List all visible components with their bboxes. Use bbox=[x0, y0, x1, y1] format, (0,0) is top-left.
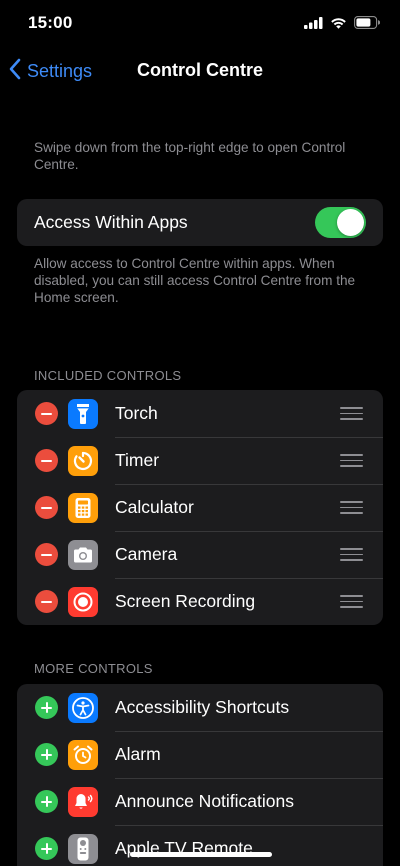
page-title: Control Centre bbox=[137, 60, 263, 80]
control-label: Torch bbox=[115, 403, 158, 423]
more-control-row-announce-notifications: Announce Notifications bbox=[17, 778, 383, 825]
wifi-icon bbox=[330, 16, 347, 34]
more-control-row-accessibility-shortcuts: Accessibility Shortcuts bbox=[17, 684, 383, 731]
alarm-icon bbox=[68, 740, 98, 770]
reorder-handle[interactable] bbox=[340, 407, 363, 420]
intro-description: Swipe down from the top-right edge to op… bbox=[34, 140, 346, 172]
reorder-handle[interactable] bbox=[340, 595, 363, 608]
camera-icon bbox=[68, 540, 98, 570]
add-announce-notifications-button[interactable] bbox=[35, 790, 58, 813]
access-within-apps-label: Access Within Apps bbox=[34, 212, 188, 232]
calculator-icon bbox=[68, 493, 98, 523]
status-time: 15:00 bbox=[28, 13, 73, 32]
control-label: Calculator bbox=[115, 497, 194, 517]
home-indicator bbox=[130, 852, 272, 857]
control-label: Accessibility Shortcuts bbox=[115, 697, 290, 717]
included-controls-list: Torch Timer Calculator Camera Screen Rec… bbox=[17, 390, 383, 625]
add-apple-tv-remote-button[interactable] bbox=[35, 837, 58, 860]
more-control-row-apple-tv-remote: Apple TV Remote bbox=[17, 825, 383, 866]
reorder-handle[interactable] bbox=[340, 454, 363, 467]
add-accessibility-shortcuts-button[interactable] bbox=[35, 696, 58, 719]
remove-calculator-button[interactable] bbox=[35, 496, 58, 519]
access-within-apps-group: Access Within Apps bbox=[17, 199, 383, 246]
status-bar: 15:00 bbox=[0, 0, 400, 48]
battery-icon bbox=[354, 16, 381, 34]
reorder-handle[interactable] bbox=[340, 548, 363, 561]
control-label: Timer bbox=[115, 450, 160, 470]
access-within-apps-toggle[interactable] bbox=[315, 207, 366, 238]
timer-icon bbox=[68, 446, 98, 476]
access-within-apps-footer: Allow access to Control Centre within ap… bbox=[34, 256, 356, 305]
control-label: Alarm bbox=[115, 744, 161, 764]
included-control-row-torch: Torch bbox=[17, 390, 383, 437]
cellular-signal-icon bbox=[304, 16, 323, 34]
remove-camera-button[interactable] bbox=[35, 543, 58, 566]
included-control-row-calculator: Calculator bbox=[17, 484, 383, 531]
control-label: Screen Recording bbox=[115, 591, 256, 611]
more-controls-list: Accessibility Shortcuts Alarm Announce N… bbox=[17, 684, 383, 866]
included-controls-header: INCLUDED CONTROLS bbox=[34, 368, 182, 383]
more-control-row-alarm: Alarm bbox=[17, 731, 383, 778]
access-within-apps-row: Access Within Apps bbox=[17, 199, 383, 246]
included-control-row-camera: Camera bbox=[17, 531, 383, 578]
reorder-handle[interactable] bbox=[340, 501, 363, 514]
control-label: Announce Notifications bbox=[115, 791, 294, 811]
status-icons bbox=[304, 16, 381, 34]
control-centre-settings-screen: 15:00 Settings Control Centre Swipe down… bbox=[0, 0, 400, 866]
announce-notifications-icon bbox=[68, 787, 98, 817]
remove-screen-recording-button[interactable] bbox=[35, 590, 58, 613]
remove-timer-button[interactable] bbox=[35, 449, 58, 472]
add-alarm-button[interactable] bbox=[35, 743, 58, 766]
screen-recording-icon bbox=[68, 587, 98, 617]
control-label: Camera bbox=[115, 544, 178, 564]
apple-tv-remote-icon bbox=[68, 834, 98, 864]
accessibility-icon bbox=[68, 693, 98, 723]
included-control-row-timer: Timer bbox=[17, 437, 383, 484]
remove-torch-button[interactable] bbox=[35, 402, 58, 425]
more-controls-header: MORE CONTROLS bbox=[34, 661, 153, 676]
navigation-bar: Settings Control Centre bbox=[0, 52, 400, 92]
included-control-row-screen-recording: Screen Recording bbox=[17, 578, 383, 625]
torch-icon bbox=[68, 399, 98, 429]
